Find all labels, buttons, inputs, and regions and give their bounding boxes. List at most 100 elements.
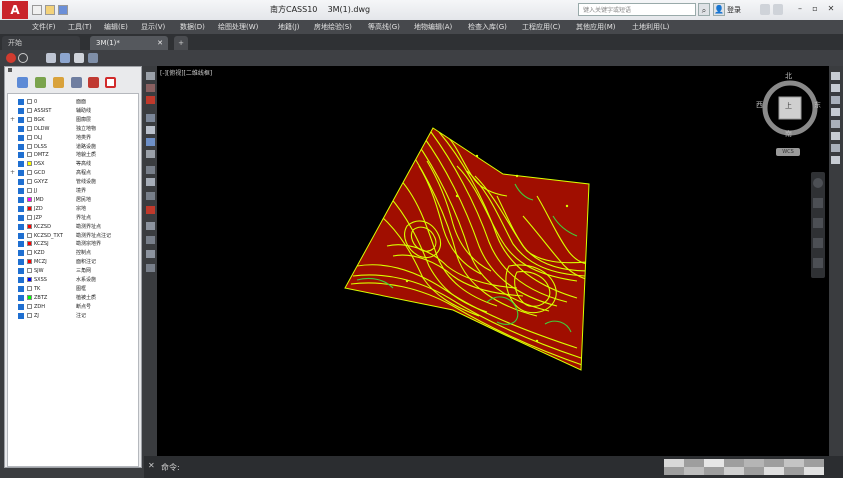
login-link[interactable]: 登录 (727, 5, 741, 15)
layer-states-icon[interactable] (35, 77, 46, 88)
menu-feature-edit[interactable]: 地物编辑(A) (414, 22, 452, 32)
layer-visibility-checkbox[interactable] (18, 152, 24, 159)
layer-color-swatch[interactable] (27, 214, 32, 220)
app-logo-icon[interactable]: A (2, 1, 28, 19)
layer-visibility-checkbox[interactable] (18, 277, 24, 283)
layer-row[interactable]: ASSIST 辅助线 (8, 107, 138, 115)
layer-color-swatch[interactable] (27, 125, 32, 131)
layer-visibility-checkbox[interactable] (18, 312, 24, 319)
compass-south[interactable]: 南 (785, 129, 792, 139)
strip-icon-11[interactable] (146, 206, 155, 214)
pan-tool-icon[interactable] (813, 198, 823, 208)
user-icon[interactable]: 👤 (713, 3, 725, 16)
layer-row[interactable]: JZD 宗地 (8, 205, 138, 213)
layer-row[interactable]: SXSS 水系设施 (8, 276, 138, 284)
expand-icon[interactable]: + (10, 116, 16, 124)
menu-engineering[interactable]: 工程应用(C) (522, 22, 560, 32)
layer-visibility-checkbox[interactable] (18, 205, 24, 212)
layer-visibility-checkbox[interactable] (18, 250, 24, 257)
tab-start[interactable]: 开始 (2, 36, 80, 50)
expand-icon[interactable]: + (10, 169, 16, 177)
layer-color-swatch[interactable] (27, 232, 32, 238)
strip-icon-2[interactable] (146, 84, 155, 92)
strip-icon-14[interactable] (146, 250, 155, 258)
strip-icon-4[interactable] (146, 114, 155, 122)
strip-icon-6[interactable] (146, 138, 155, 146)
right-strip-icon-2[interactable] (831, 84, 840, 92)
layer-visibility-checkbox[interactable] (18, 223, 24, 230)
menu-drawing[interactable]: 绘图处理(W) (218, 22, 258, 32)
tab-drawing[interactable]: 3M(1)* ✕ (90, 36, 168, 50)
layer-visibility-checkbox[interactable] (18, 268, 24, 275)
layer-visibility-checkbox[interactable] (18, 196, 24, 203)
right-strip-icon-7[interactable] (831, 144, 840, 152)
layer-visibility-checkbox[interactable] (18, 170, 24, 177)
layer-visibility-checkbox[interactable] (18, 116, 24, 123)
layer-row[interactable]: DSX 等高线 (8, 160, 138, 168)
help-icon[interactable] (773, 4, 783, 15)
right-strip-icon-4[interactable] (831, 108, 840, 116)
quick-save-icon[interactable] (58, 5, 68, 15)
command-prompt[interactable]: 命令: (161, 462, 180, 473)
layer-color-swatch[interactable] (27, 223, 32, 229)
layer-row[interactable]: DMTZ 地貌土质 (8, 151, 138, 159)
layer-row[interactable]: DLSS 道路设施 (8, 143, 138, 151)
layer-color-swatch[interactable] (27, 303, 32, 309)
new-layer-icon[interactable] (17, 77, 28, 88)
layer-row[interactable]: ZBTZ 植被土质 (8, 294, 138, 302)
strip-icon-10[interactable] (146, 192, 155, 200)
layer-color-swatch[interactable] (27, 241, 32, 247)
layer-visibility-checkbox[interactable] (18, 134, 24, 141)
strip-icon-13[interactable] (146, 236, 155, 244)
layer-visibility-checkbox[interactable] (18, 161, 24, 168)
command-close-icon[interactable]: ✕ (148, 461, 155, 470)
menu-other[interactable]: 其他应用(M) (576, 22, 616, 32)
layer-row[interactable]: JZP 界址点 (8, 214, 138, 222)
drawing-canvas[interactable]: [-][俯视][二维线框] 北 南 东 西 上 WCS (157, 66, 829, 456)
strip-icon-8[interactable] (146, 166, 155, 174)
layer-row[interactable]: KZD 控制点 (8, 249, 138, 257)
layer-row[interactable]: JJ 境界 (8, 187, 138, 195)
menu-edit[interactable]: 编辑(E) (104, 22, 128, 32)
layer-row[interactable]: + GCD 高程点 (8, 169, 138, 177)
panel-grip-icon[interactable] (8, 68, 12, 72)
showmotion-icon[interactable] (813, 258, 823, 268)
layer-color-swatch[interactable] (27, 259, 32, 265)
menu-landuse[interactable]: 土地利用(L) (632, 22, 669, 32)
quick-open-icon[interactable] (45, 5, 55, 15)
layer-tool-icon[interactable] (60, 53, 70, 63)
quick-new-icon[interactable] (32, 5, 42, 15)
layer-visibility-checkbox[interactable] (18, 232, 24, 239)
layer-visibility-checkbox[interactable] (18, 285, 24, 292)
menu-file[interactable]: 文件(F) (32, 22, 56, 32)
search-input[interactable]: 键入关键字或短语 (578, 3, 696, 16)
close-button[interactable]: ✕ (826, 3, 836, 15)
orbit-icon[interactable] (813, 238, 823, 248)
steering-wheel-icon[interactable] (813, 178, 823, 188)
pan-icon[interactable] (74, 53, 84, 63)
layer-color-swatch[interactable] (27, 161, 32, 167)
layer-color-swatch[interactable] (27, 294, 32, 300)
layer-row[interactable]: TK 图框 (8, 285, 138, 293)
layer-row[interactable]: SJW 三角网 (8, 267, 138, 275)
layer-visibility-checkbox[interactable] (18, 107, 24, 114)
strip-icon-1[interactable] (146, 72, 155, 80)
layer-visibility-checkbox[interactable] (18, 303, 24, 310)
right-strip-icon-6[interactable] (831, 132, 840, 140)
right-strip-icon-5[interactable] (831, 120, 840, 128)
ucs-dropdown[interactable]: WCS (776, 148, 800, 156)
layer-visibility-checkbox[interactable] (18, 294, 24, 301)
search-icon[interactable]: ⌕ (698, 3, 710, 16)
record-icon[interactable] (6, 53, 16, 63)
strip-icon-7[interactable] (146, 150, 155, 158)
right-strip-icon-8[interactable] (831, 156, 840, 164)
layer-color-swatch[interactable] (27, 107, 32, 113)
layer-row[interactable]: KCZSD_TXT 勘测界址点注记 (8, 232, 138, 240)
compass-west[interactable]: 西 (756, 100, 763, 110)
layer-color-swatch[interactable] (27, 170, 32, 176)
layer-row[interactable]: + BGK 图廓层 (8, 116, 138, 124)
layer-row[interactable]: GXYZ 管线设施 (8, 178, 138, 186)
right-strip-icon-3[interactable] (831, 96, 840, 104)
layer-color-swatch[interactable] (27, 205, 32, 211)
layer-visibility-checkbox[interactable] (18, 99, 24, 105)
